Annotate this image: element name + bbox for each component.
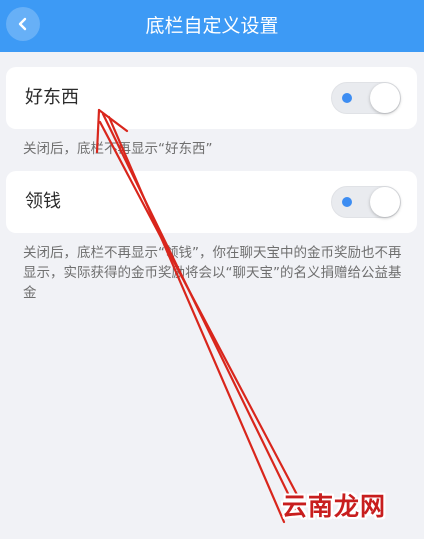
- setting-description: 关闭后，底栏不再显示“好东西”: [23, 141, 213, 157]
- toggle-knob: [370, 187, 400, 217]
- toggle-on-indicator: [342, 197, 352, 207]
- page-title: 底栏自定义设置: [145, 15, 279, 37]
- setting-row-get-money: 领钱: [6, 171, 417, 233]
- setting-label: 领钱: [25, 191, 61, 212]
- setting-label: 好东西: [25, 87, 79, 108]
- toggle-on-indicator: [342, 93, 352, 103]
- setting-description: 关闭后，底栏不再显示“领钱”，你在聊天宝中的金币奖励也不再显示，实际获得的金币奖…: [23, 245, 402, 301]
- get-money-toggle[interactable]: [331, 186, 401, 218]
- setting-row-good-stuff: 好东西: [6, 67, 417, 129]
- good-stuff-toggle[interactable]: [331, 82, 401, 114]
- top-bar: 底栏自定义设置: [0, 0, 424, 52]
- toggle-knob: [370, 83, 400, 113]
- watermark-logo: 云南龙网: [281, 492, 386, 521]
